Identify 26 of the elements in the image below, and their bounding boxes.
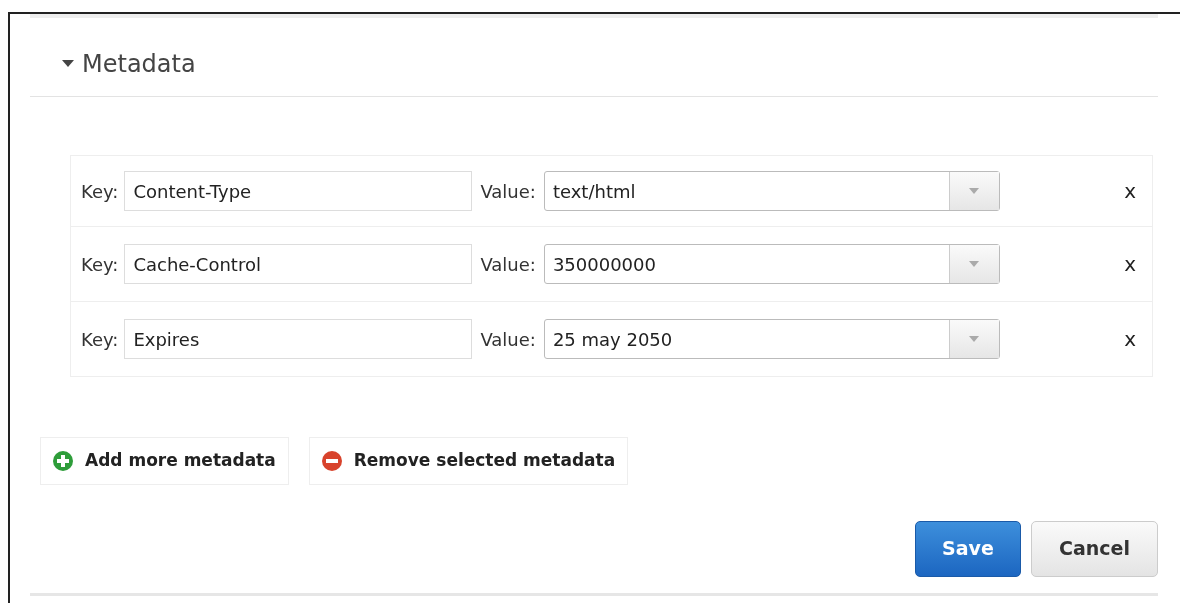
caret-icon — [948, 172, 999, 210]
key-field[interactable]: Cache-Control — [124, 244, 473, 284]
remove-button[interactable]: x — [1120, 324, 1140, 354]
field-label: Key: — [81, 179, 119, 204]
key-field[interactable]: Content-Type — [124, 171, 473, 211]
action-button[interactable]: Add more metadata — [40, 437, 289, 485]
remove-button[interactable]: x — [1120, 176, 1140, 206]
action-button[interactable]: Remove selected metadata — [308, 437, 629, 485]
field-label: Value: — [480, 252, 536, 277]
value-dropdown[interactable]: text/html — [543, 171, 1000, 211]
field-label: Key: — [81, 327, 119, 352]
field-label: Key: — [81, 252, 119, 277]
value-dropdown[interactable]: 350000000 — [543, 244, 1000, 284]
remove-icon — [321, 450, 342, 471]
value-dropdown[interactable]: 25 may 2050 — [543, 319, 1000, 359]
cancel-button[interactable]: Cancel — [1031, 520, 1158, 577]
field-label: Value: — [480, 179, 536, 204]
add-icon — [53, 450, 73, 471]
caret-icon[interactable] — [62, 60, 74, 68]
key-field[interactable]: Expires — [124, 319, 473, 359]
field-label: Value: — [480, 327, 536, 352]
caret-icon — [948, 245, 999, 283]
save-button[interactable]: Save — [915, 520, 1021, 577]
remove-button[interactable]: x — [1120, 249, 1140, 279]
caret-icon — [948, 320, 999, 358]
section-title: Metadata — [82, 49, 196, 80]
